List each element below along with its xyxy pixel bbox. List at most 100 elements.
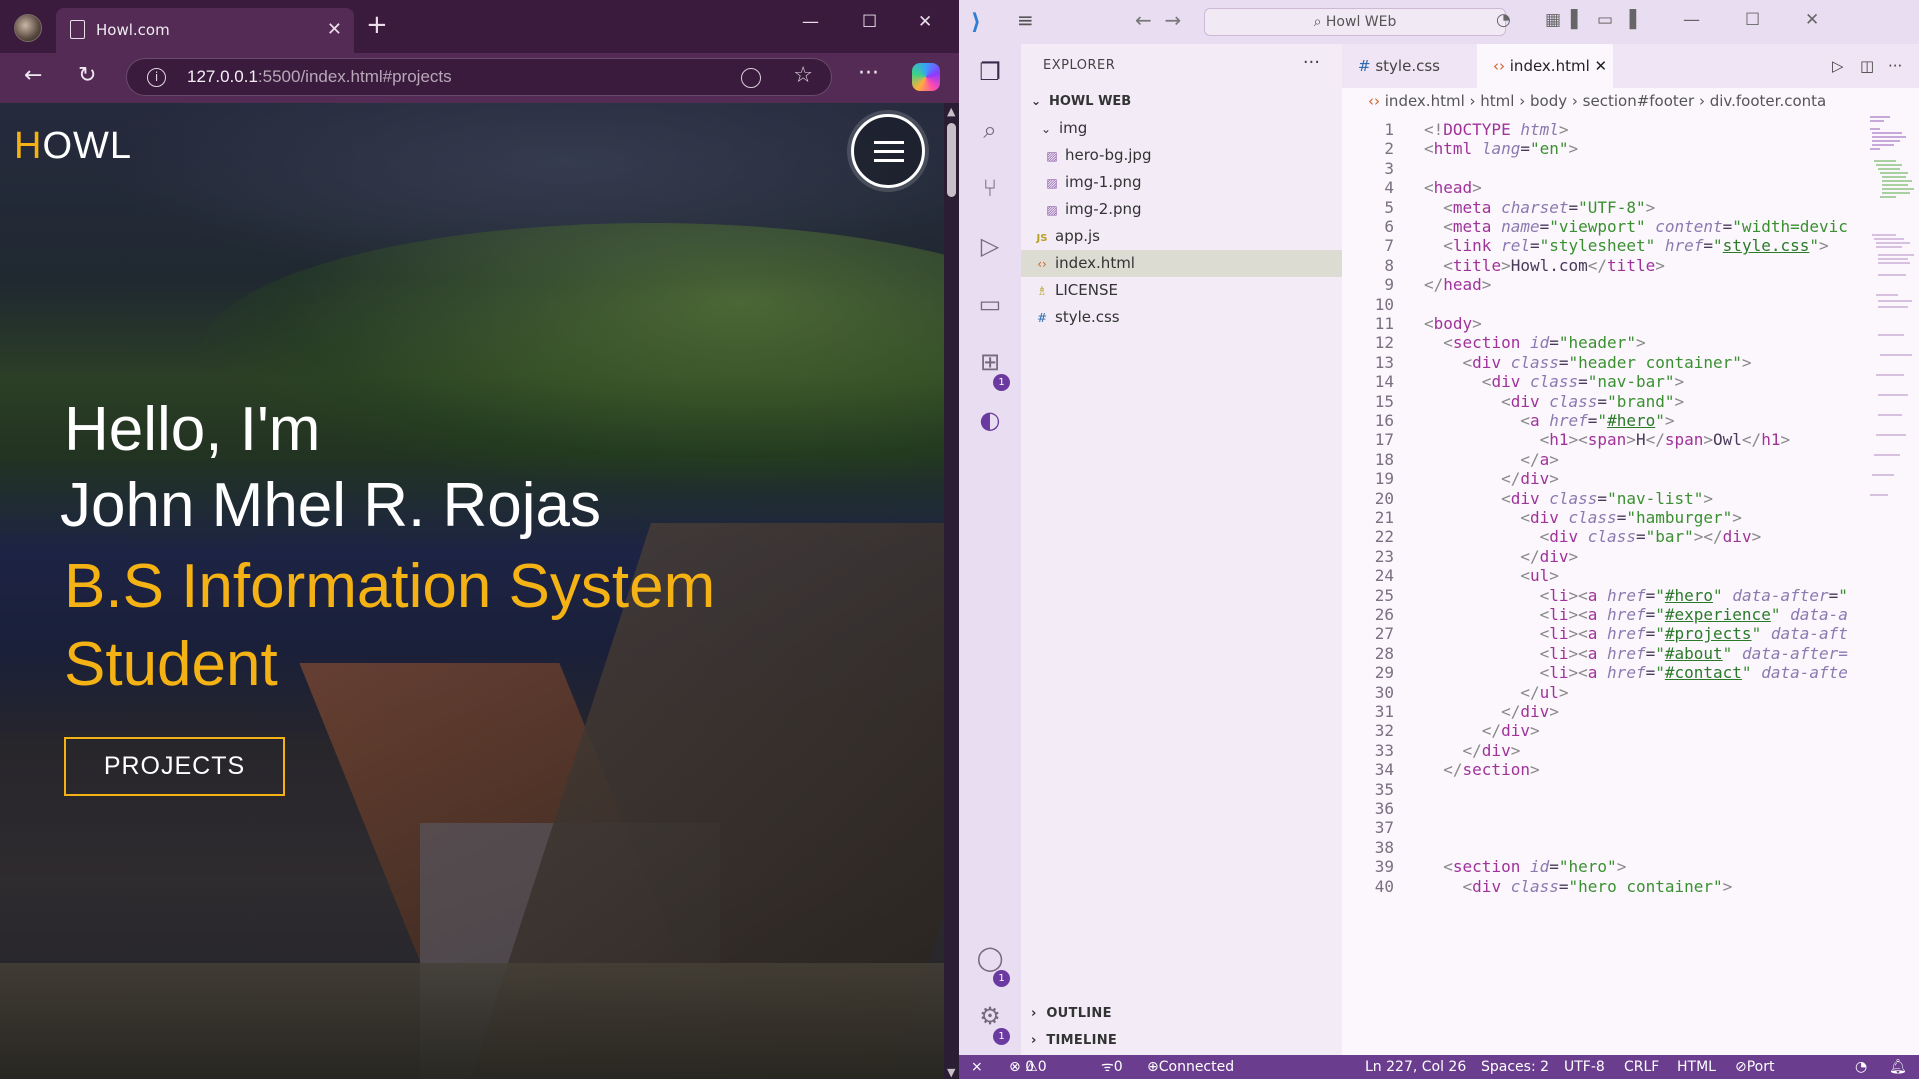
info-icon[interactable]: i [147, 68, 166, 87]
address-bar[interactable]: i 127.0.0.1:5500/index.html#projects ☆ [126, 58, 832, 96]
code-line[interactable]: </div> [1424, 547, 1578, 566]
code-line[interactable]: <div class="bar"></div> [1424, 527, 1762, 546]
encoding[interactable]: UTF-8 [1564, 1055, 1605, 1079]
scroll-down-icon[interactable]: ▼ [947, 1066, 955, 1079]
menu-icon[interactable]: ≡ [1017, 8, 1034, 32]
tab-style-css[interactable]: # style.css [1342, 44, 1477, 88]
minimize-icon[interactable]: — [802, 12, 819, 32]
run-icon[interactable]: ▷ [1832, 44, 1844, 88]
copilot-status-icon[interactable]: ◔ [1855, 1055, 1867, 1079]
code-line[interactable]: </section> [1424, 760, 1539, 779]
scroll-up-icon[interactable]: ▲ [947, 105, 955, 118]
tree-item-index-html[interactable]: ‹› index.html [1021, 250, 1342, 277]
breadcrumb-item[interactable]: section#footer [1583, 92, 1695, 110]
reload-icon[interactable]: ↻ [78, 63, 96, 88]
close-tab-icon[interactable]: ✕ [1595, 57, 1608, 75]
toggle-panel-icon[interactable]: ▭ [1597, 10, 1613, 30]
end-of-line[interactable]: CRLF [1624, 1055, 1659, 1079]
more-actions-icon[interactable]: ··· [1303, 52, 1320, 73]
code-line[interactable]: <h1><span>H</span>Owl</h1> [1424, 430, 1791, 449]
minimize-icon[interactable]: — [1683, 10, 1700, 30]
code-line[interactable]: </ul> [1424, 683, 1568, 702]
code-line[interactable]: <link rel="stylesheet" href="style.css"> [1424, 236, 1828, 255]
tree-item-hero-bg[interactable]: ▨ hero-bg.jpg [1021, 142, 1342, 169]
toggle-sidebar-icon[interactable]: ▌ [1571, 10, 1584, 30]
breadcrumb-item[interactable]: body [1530, 92, 1567, 110]
close-tab-icon[interactable]: ✕ [327, 19, 342, 40]
breadcrumb-item[interactable]: html [1480, 92, 1514, 110]
nav-back-forward-icon[interactable]: ← → [1135, 8, 1181, 32]
discord-status[interactable]: ⊕ Connected to Discord [1147, 1055, 1234, 1079]
code-line[interactable]: <div class="hero container"> [1424, 877, 1733, 896]
tree-item-img[interactable]: ⌄ img [1021, 115, 1342, 142]
code-line[interactable]: <li><a href="#about" data-after= [1424, 644, 1848, 663]
back-icon[interactable]: ← [24, 63, 42, 88]
split-editor-icon[interactable]: ◫ [1860, 44, 1874, 88]
minimap[interactable] [1864, 114, 1919, 514]
code-line[interactable]: <head> [1424, 178, 1482, 197]
problems-indicator[interactable]: ⊗ 0 ⚠ 0 [1009, 1055, 1047, 1079]
edge-devtools-icon[interactable]: ◐ [975, 406, 1005, 436]
tab-index-html[interactable]: ‹› index.html ✕ [1477, 44, 1613, 88]
tree-item-license[interactable]: ♗ LICENSE [1021, 277, 1342, 304]
code-line[interactable]: <div class="brand"> [1424, 392, 1684, 411]
notifications-bell-icon[interactable]: 🔔︎ [1889, 1055, 1907, 1079]
tree-item-img-1[interactable]: ▨ img-1.png [1021, 169, 1342, 196]
maximize-icon[interactable]: ☐ [1745, 10, 1760, 30]
code-line[interactable]: <li><a href="#contact" data-afte [1424, 663, 1848, 682]
code-line[interactable]: <html lang="en"> [1424, 139, 1578, 158]
profile-avatar[interactable] [14, 14, 42, 42]
url-text[interactable]: 127.0.0.1:5500/index.html#projects [187, 67, 452, 87]
toggle-secondary-sidebar-icon[interactable]: ▐ [1623, 10, 1636, 30]
layout-icon[interactable]: ▦ [1545, 10, 1561, 30]
maximize-icon[interactable]: ☐ [862, 12, 877, 32]
indentation[interactable]: Spaces: 2 [1481, 1055, 1549, 1079]
code-line[interactable]: <body> [1424, 314, 1482, 333]
code-line[interactable]: </a> [1424, 450, 1559, 469]
tree-item-img-2[interactable]: ▨ img-2.png [1021, 196, 1342, 223]
ports-indicator[interactable]: ᯤ 0 [1101, 1055, 1123, 1079]
code-line[interactable]: <section id="hero"> [1424, 857, 1626, 876]
code-line[interactable]: <title>Howl.com</title> [1424, 256, 1665, 275]
page-scrollbar[interactable]: ▲ ▼ [944, 103, 959, 1079]
source-control-icon[interactable]: ⑂ [975, 174, 1005, 204]
favorite-star-icon[interactable]: ☆ [793, 63, 813, 88]
code-line[interactable]: <div class="header container"> [1424, 353, 1752, 372]
search-icon[interactable]: ⌕ [975, 116, 1005, 146]
code-line[interactable]: </div> [1424, 741, 1521, 760]
tree-item-style-css[interactable]: # style.css [1021, 304, 1342, 331]
close-window-icon[interactable]: ✕ [1805, 10, 1819, 30]
close-window-icon[interactable]: ✕ [918, 12, 932, 32]
cursor-position[interactable]: Ln 227, Col 26 [1365, 1055, 1466, 1079]
site-logo[interactable]: HOWL [14, 125, 132, 168]
explorer-icon[interactable]: ❐ [975, 58, 1005, 88]
code-line[interactable]: </div> [1424, 702, 1559, 721]
hamburger-menu-button[interactable] [851, 114, 925, 188]
code-line[interactable]: <meta name="viewport" content="width=dev… [1424, 217, 1848, 236]
reader-icon[interactable] [741, 68, 761, 88]
code-line[interactable]: <!DOCTYPE html> [1424, 120, 1569, 139]
timeline-section[interactable]: › TIMELINE [1031, 1033, 1117, 1048]
code-line[interactable]: <ul> [1424, 566, 1559, 585]
code-line[interactable]: <div class="nav-bar"> [1424, 372, 1684, 391]
remote-explorer-icon[interactable]: ▭ [975, 290, 1005, 320]
scrollbar-thumb[interactable] [947, 123, 956, 197]
code-editor[interactable]: 1 <!DOCTYPE html> 2 <html lang="en"> 3 4 <head… [1342, 114, 1862, 1055]
new-tab-icon[interactable]: + [366, 12, 388, 38]
code-line[interactable]: </div> [1424, 469, 1559, 488]
code-line[interactable]: </div> [1424, 721, 1540, 740]
outline-section[interactable]: › OUTLINE [1031, 1006, 1112, 1021]
code-line[interactable]: <div class="nav-list"> [1424, 489, 1713, 508]
live-server-port[interactable]: ⊘ Port : 5500 [1735, 1055, 1775, 1079]
code-line[interactable]: <a href="#hero"> [1424, 411, 1674, 430]
copilot-menu-icon[interactable]: ◔ [1496, 10, 1511, 30]
code-line[interactable]: <section id="header"> [1424, 333, 1645, 352]
copilot-icon[interactable] [912, 63, 940, 91]
remote-icon[interactable]: ⨯ [971, 1055, 983, 1079]
code-line[interactable]: </head> [1424, 275, 1491, 294]
run-debug-icon[interactable]: ▷ [975, 232, 1005, 262]
projects-button[interactable]: PROJECTS [64, 737, 285, 796]
code-line[interactable]: <li><a href="#projects" data-aft [1424, 624, 1848, 643]
breadcrumb-item[interactable]: index.html [1385, 92, 1465, 110]
code-line[interactable]: <meta charset="UTF-8"> [1424, 198, 1655, 217]
